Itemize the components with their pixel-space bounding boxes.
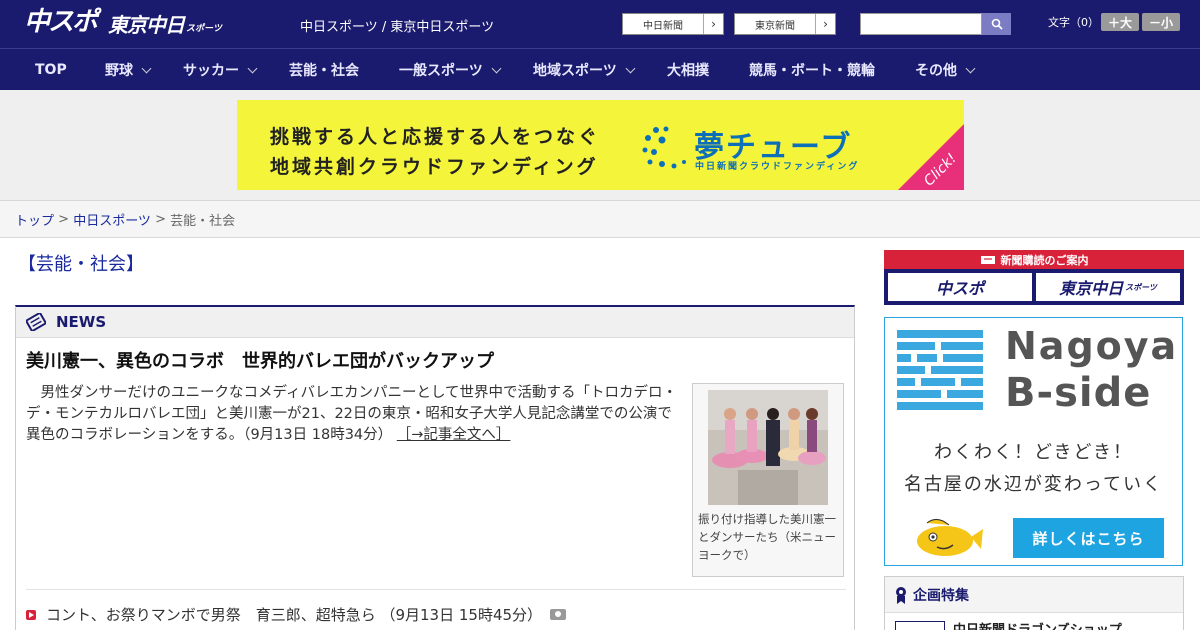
breadcrumb-sep: > bbox=[150, 211, 171, 227]
nav-label: 地域スポーツ bbox=[533, 63, 617, 79]
subscription-title-text: 新聞購読のご案内 bbox=[1000, 253, 1089, 267]
nav-label: 大相撲 bbox=[667, 63, 709, 79]
subscribe-chuspo-button[interactable]: 中スポ bbox=[888, 273, 1032, 301]
bside-details-button[interactable]: 詳しくはこちら bbox=[1013, 518, 1164, 558]
breadcrumb-parent[interactable]: 中日スポーツ bbox=[73, 210, 151, 229]
nav-item-entertainment[interactable]: 芸能・社会 bbox=[289, 49, 359, 91]
tokyo-shimbun-button[interactable]: 東京新聞 › bbox=[734, 13, 836, 35]
nagoya-bside-banner[interactable]: Nagoya B-side わくわく！どきどき！ 名古屋の水辺が変わっていく 詳… bbox=[884, 317, 1183, 566]
news-label: NEWS bbox=[56, 313, 107, 331]
logo-chuspo: 中スポ bbox=[24, 7, 98, 37]
breadcrumb: トップ > 中日スポーツ > 芸能・社会 bbox=[0, 200, 1200, 238]
play-bullet-icon bbox=[26, 609, 36, 620]
nav-item-other[interactable]: その他 bbox=[915, 49, 976, 91]
page-title: 【芸能・社会】 bbox=[18, 254, 144, 275]
font-size-up-button[interactable]: ＋大 bbox=[1101, 13, 1139, 31]
news-header: NEWS bbox=[16, 307, 854, 338]
chunichi-shimbun-label: 中日新聞 bbox=[643, 20, 683, 32]
nav-label: TOP bbox=[35, 62, 67, 78]
feature-item[interactable]: 中日新聞ドラゴンズショップ bbox=[895, 619, 1122, 630]
feature-box: 企画特集 中日新聞ドラゴンズショップ bbox=[884, 576, 1184, 630]
ribbon-icon bbox=[896, 586, 906, 604]
news-photo-box[interactable]: 振り付け指導した美川憲一とダンサーたち（米ニューヨークで） bbox=[692, 383, 844, 577]
read-more-link[interactable]: ［→記事全文へ］ bbox=[397, 427, 511, 443]
chevron-down-icon bbox=[625, 63, 636, 73]
news-photo bbox=[708, 390, 828, 505]
bside-title-1: Nagoya bbox=[1005, 324, 1179, 368]
chevron-down-icon bbox=[965, 63, 976, 73]
nav-item-local-sports[interactable]: 地域スポーツ bbox=[533, 49, 636, 91]
nav-item-baseball[interactable]: 野球 bbox=[105, 49, 152, 91]
chevron-down-icon bbox=[491, 63, 502, 73]
font-size-label: 文字（0） bbox=[1048, 16, 1099, 29]
main-nav: TOP 野球 サッカー 芸能・社会 一般スポーツ 地域スポーツ 大相撲 競馬・ボ… bbox=[0, 48, 1200, 90]
feature-thumb bbox=[895, 620, 945, 630]
news-photo-caption: 振り付け指導した美川憲一とダンサーたち（米ニューヨークで） bbox=[698, 512, 836, 562]
nav-item-general-sports[interactable]: 一般スポーツ bbox=[399, 49, 502, 91]
nav-item-top[interactable]: TOP bbox=[35, 49, 67, 91]
chevron-down-icon bbox=[247, 63, 258, 73]
newspaper-icon bbox=[26, 313, 46, 331]
chevron-down-icon bbox=[141, 63, 152, 73]
nav-label: サッカー bbox=[183, 63, 239, 79]
nav-item-sumo[interactable]: 大相撲 bbox=[667, 49, 709, 91]
search-input[interactable] bbox=[860, 13, 982, 35]
chevron-right-icon: › bbox=[703, 14, 723, 34]
shrimp-mascot-icon bbox=[917, 519, 983, 556]
breadcrumb-home[interactable]: トップ bbox=[15, 210, 54, 229]
list-item[interactable]: コント、お祭りマンボで男祭 育三郎、超特急ら （9月13日 15時45分） bbox=[26, 589, 846, 625]
crowdfunding-banner[interactable]: 挑戦する人と応援する人をつなぐ 地域共創クラウドファンディング 夢チューブ 中日… bbox=[237, 100, 964, 190]
news-lead-text: 男性ダンサーだけのユニークなコメディバレエカンパニーとして世界中で活動する「トロ… bbox=[26, 385, 678, 443]
chunichi-shimbun-button[interactable]: 中日新聞 › bbox=[622, 13, 724, 35]
nav-label: その他 bbox=[915, 63, 957, 79]
news-lead: 男性ダンサーだけのユニークなコメディバレエカンパニーとして世界中で活動する「トロ… bbox=[26, 383, 686, 446]
breadcrumb-current: 芸能・社会 bbox=[170, 213, 236, 229]
feature-title: 企画特集 bbox=[913, 587, 969, 604]
bars-logo-icon bbox=[897, 330, 983, 410]
chevron-right-icon: › bbox=[815, 14, 835, 34]
nav-label: 一般スポーツ bbox=[399, 63, 483, 79]
nav-label: 野球 bbox=[105, 63, 133, 79]
nav-label: 競馬・ボート・競輪 bbox=[749, 63, 875, 79]
feature-item-title: 中日新聞ドラゴンズショップ bbox=[953, 619, 1122, 630]
site-title: 中日スポーツ / 東京中日スポーツ bbox=[300, 20, 495, 35]
news-headline[interactable]: 美川憲一、異色のコラボ 世界的バレエ団がバックアップ bbox=[26, 347, 494, 373]
sub-logo-chuspo: 中スポ bbox=[935, 279, 984, 298]
bside-title-2: B-side bbox=[1005, 370, 1152, 416]
sub-logo-tokyo: 東京中日 bbox=[1059, 279, 1124, 298]
nav-item-keiba[interactable]: 競馬・ボート・競輪 bbox=[749, 49, 875, 91]
bside-copy-1: わくわく！どきどき！ bbox=[934, 442, 1133, 463]
subscription-banner[interactable]: 新聞購読のご案内 中スポ 東京中日 スポーツ bbox=[884, 250, 1184, 305]
font-size-down-button[interactable]: －小 bbox=[1142, 13, 1180, 31]
list-item-title: コント、お祭りマンボで男祭 育三郎、超特急ら （9月13日 15時45分） bbox=[46, 606, 543, 624]
subscription-title: 新聞購読のご案内 bbox=[884, 250, 1184, 269]
tokyo-shimbun-label: 東京新聞 bbox=[755, 20, 795, 32]
dots-logo-icon bbox=[642, 126, 686, 169]
logo-sports: スポーツ bbox=[186, 24, 222, 34]
logo-tokyo-chunichi: 東京中日 bbox=[108, 13, 185, 37]
banner-brand-sub: 中日新聞クラウドファンディング bbox=[695, 162, 860, 172]
nav-item-soccer[interactable]: サッカー bbox=[183, 49, 258, 91]
camera-icon bbox=[550, 609, 567, 620]
feature-header: 企画特集 bbox=[885, 577, 1183, 613]
banner-line2: 地域共創クラウドファンディング bbox=[270, 156, 599, 178]
ticket-icon bbox=[980, 255, 995, 264]
site-logo[interactable]: 中スポ 東京中日 スポーツ bbox=[24, 7, 222, 38]
banner-area: 挑戦する人と応援する人をつなぐ 地域共創クラウドファンディング 夢チューブ 中日… bbox=[0, 90, 1200, 200]
subscribe-tokyo-chunichi-button[interactable]: 東京中日 スポーツ bbox=[1036, 273, 1180, 301]
nav-label: 芸能・社会 bbox=[289, 63, 359, 79]
search-button[interactable] bbox=[982, 13, 1011, 35]
breadcrumb-sep: > bbox=[54, 211, 74, 227]
banner-line1: 挑戦する人と応援する人をつなぐ bbox=[270, 126, 601, 148]
news-box: NEWS 美川憲一、異色のコラボ 世界的バレエ団がバックアップ 男性ダンサーだけ… bbox=[15, 305, 855, 630]
search-icon bbox=[991, 18, 1003, 30]
top-header: 中スポ 東京中日 スポーツ 中日スポーツ / 東京中日スポーツ 中日新聞 › 東… bbox=[0, 0, 1200, 48]
sub-logo-tokyo-suffix: スポーツ bbox=[1125, 282, 1157, 292]
bside-copy-2: 名古屋の水辺が変わっていく bbox=[903, 474, 1164, 495]
